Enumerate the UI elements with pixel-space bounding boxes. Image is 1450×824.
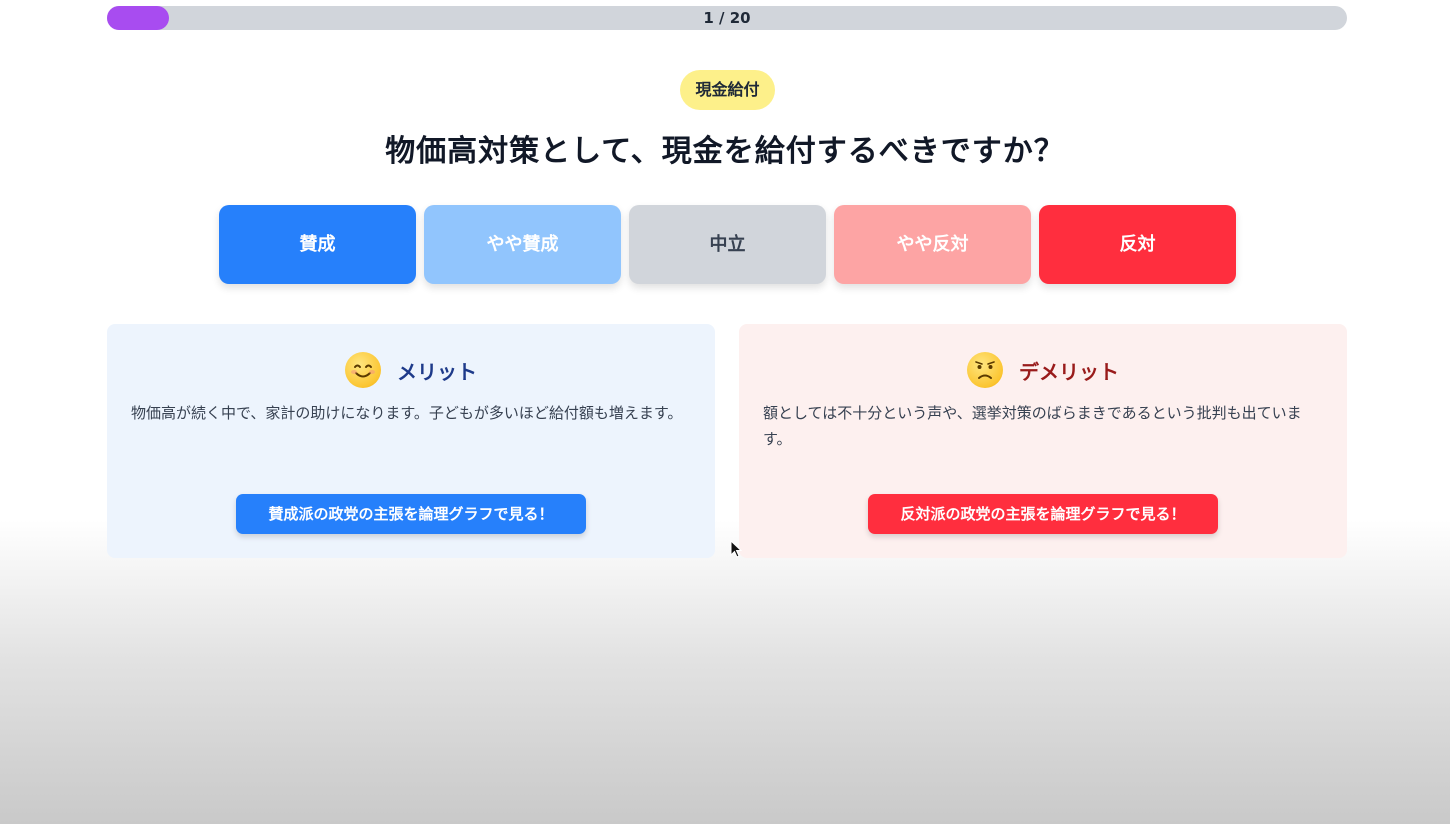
worried-face-icon xyxy=(967,352,1003,388)
progress-label: 1 / 20 xyxy=(703,9,751,27)
answer-disagree-button[interactable]: 反対 xyxy=(1039,205,1236,284)
merit-header: メリット xyxy=(107,352,715,388)
demerit-title: デメリット xyxy=(1019,359,1119,384)
merit-card: メリット 物価高が続く中で、家計の助けになります。子どもが多いほど給付額も増えま… xyxy=(107,324,715,558)
mouse-cursor-icon xyxy=(730,540,742,558)
demerit-description: 額としては不十分という声や、選挙対策のばらまきであるという批判も出ています。 xyxy=(763,404,1302,448)
answer-neutral-button[interactable]: 中立 xyxy=(629,205,826,284)
category-badge: 現金給付 xyxy=(680,70,775,110)
demerit-header: デメリット xyxy=(739,352,1347,388)
merit-description: 物価高が続く中で、家計の助けになります。子どもが多いほど給付額も増えます。 xyxy=(131,404,683,422)
answer-somewhat-agree-button[interactable]: やや賛成 xyxy=(424,205,621,284)
question-title: 物価高対策として、現金を給付するべきですか？ xyxy=(385,134,1065,169)
merit-title: メリット xyxy=(397,359,477,384)
answer-somewhat-disagree-button[interactable]: やや反対 xyxy=(834,205,1031,284)
view-opposing-parties-button[interactable]: 反対派の政党の主張を論理グラフで見る！ xyxy=(868,494,1218,534)
demerit-card: デメリット 額としては不十分という声や、選挙対策のばらまきであるという批判も出て… xyxy=(739,324,1347,558)
view-supporting-parties-button[interactable]: 賛成派の政党の主張を論理グラフで見る！ xyxy=(236,494,586,534)
answer-agree-button[interactable]: 賛成 xyxy=(219,205,416,284)
smiling-face-icon xyxy=(345,352,381,388)
progress-bar: 1 / 20 xyxy=(107,6,1347,30)
